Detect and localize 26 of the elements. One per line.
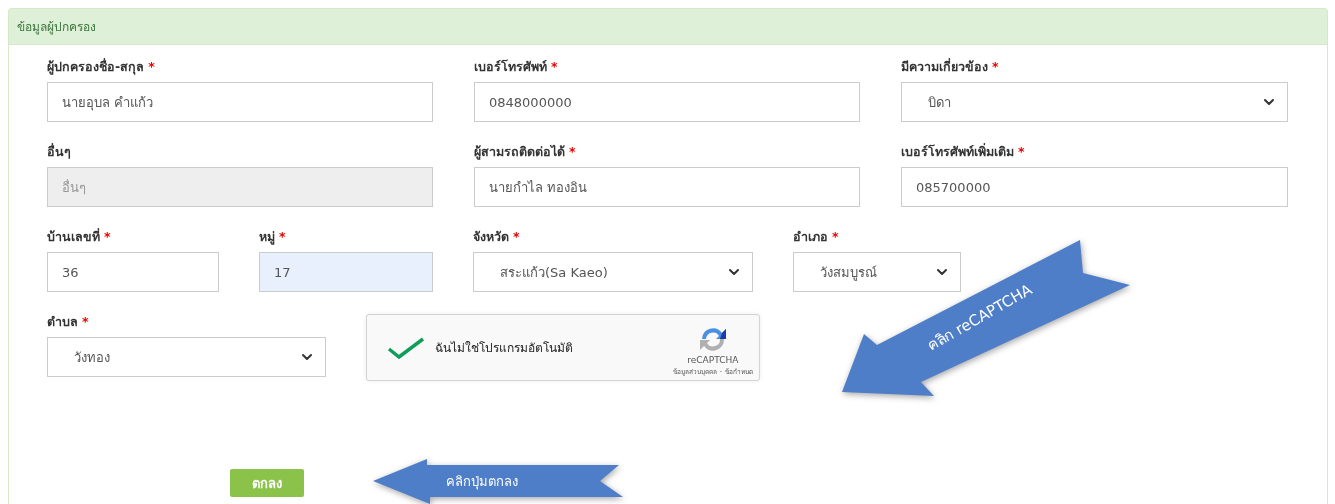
field-label: จังหวัด * [473, 229, 521, 244]
field-label: บ้านเลขที่ * [47, 229, 112, 244]
text-input[interactable]: 0848000000 [474, 82, 860, 122]
checkmark-icon[interactable] [387, 336, 425, 359]
text-input[interactable]: นายอุบล คำแก้ว [47, 82, 433, 122]
panel-title: ข้อมูลผู้ปกครอง [17, 19, 96, 36]
text-input[interactable]: นายกำไล ทองอิน [474, 167, 860, 207]
field-label: ผู้ปกครองชื่อ-สกุล * [47, 59, 156, 74]
select-dropdown[interactable]: วังสมบูรณ์ [793, 252, 961, 292]
annotation-text: คลิกปุ่มตกลง [446, 474, 518, 489]
field-label: เบอร์โทรศัพท์เพิ่มเติม * [901, 144, 1026, 159]
field-label: เบอร์โทรศัพท์ * [474, 59, 559, 74]
field-label: หมู่ * [259, 229, 287, 244]
field-label: มีความเกี่ยวข้อง * [901, 59, 1000, 74]
text-input[interactable]: 36 [47, 252, 219, 292]
select-dropdown[interactable]: บิดา [901, 82, 1288, 122]
field-label: ตำบล * [47, 314, 90, 329]
select-dropdown[interactable]: สระแก้ว(Sa Kaeo) [473, 252, 753, 292]
field-label: อำเภอ * [793, 229, 840, 244]
field-label: ผู้สามรถติดต่อได้ * [474, 144, 577, 159]
select-dropdown[interactable]: วังทอง [47, 337, 326, 377]
recaptcha-brand: reCAPTCHA [687, 354, 739, 365]
text-input[interactable]: 17 [259, 252, 433, 292]
captcha-label: ฉันไม่ใช่โปรแกรมอัตโนมัติ [435, 340, 573, 357]
text-input[interactable]: 085700000 [901, 167, 1288, 207]
field-label: อื่นๆ [47, 144, 72, 159]
